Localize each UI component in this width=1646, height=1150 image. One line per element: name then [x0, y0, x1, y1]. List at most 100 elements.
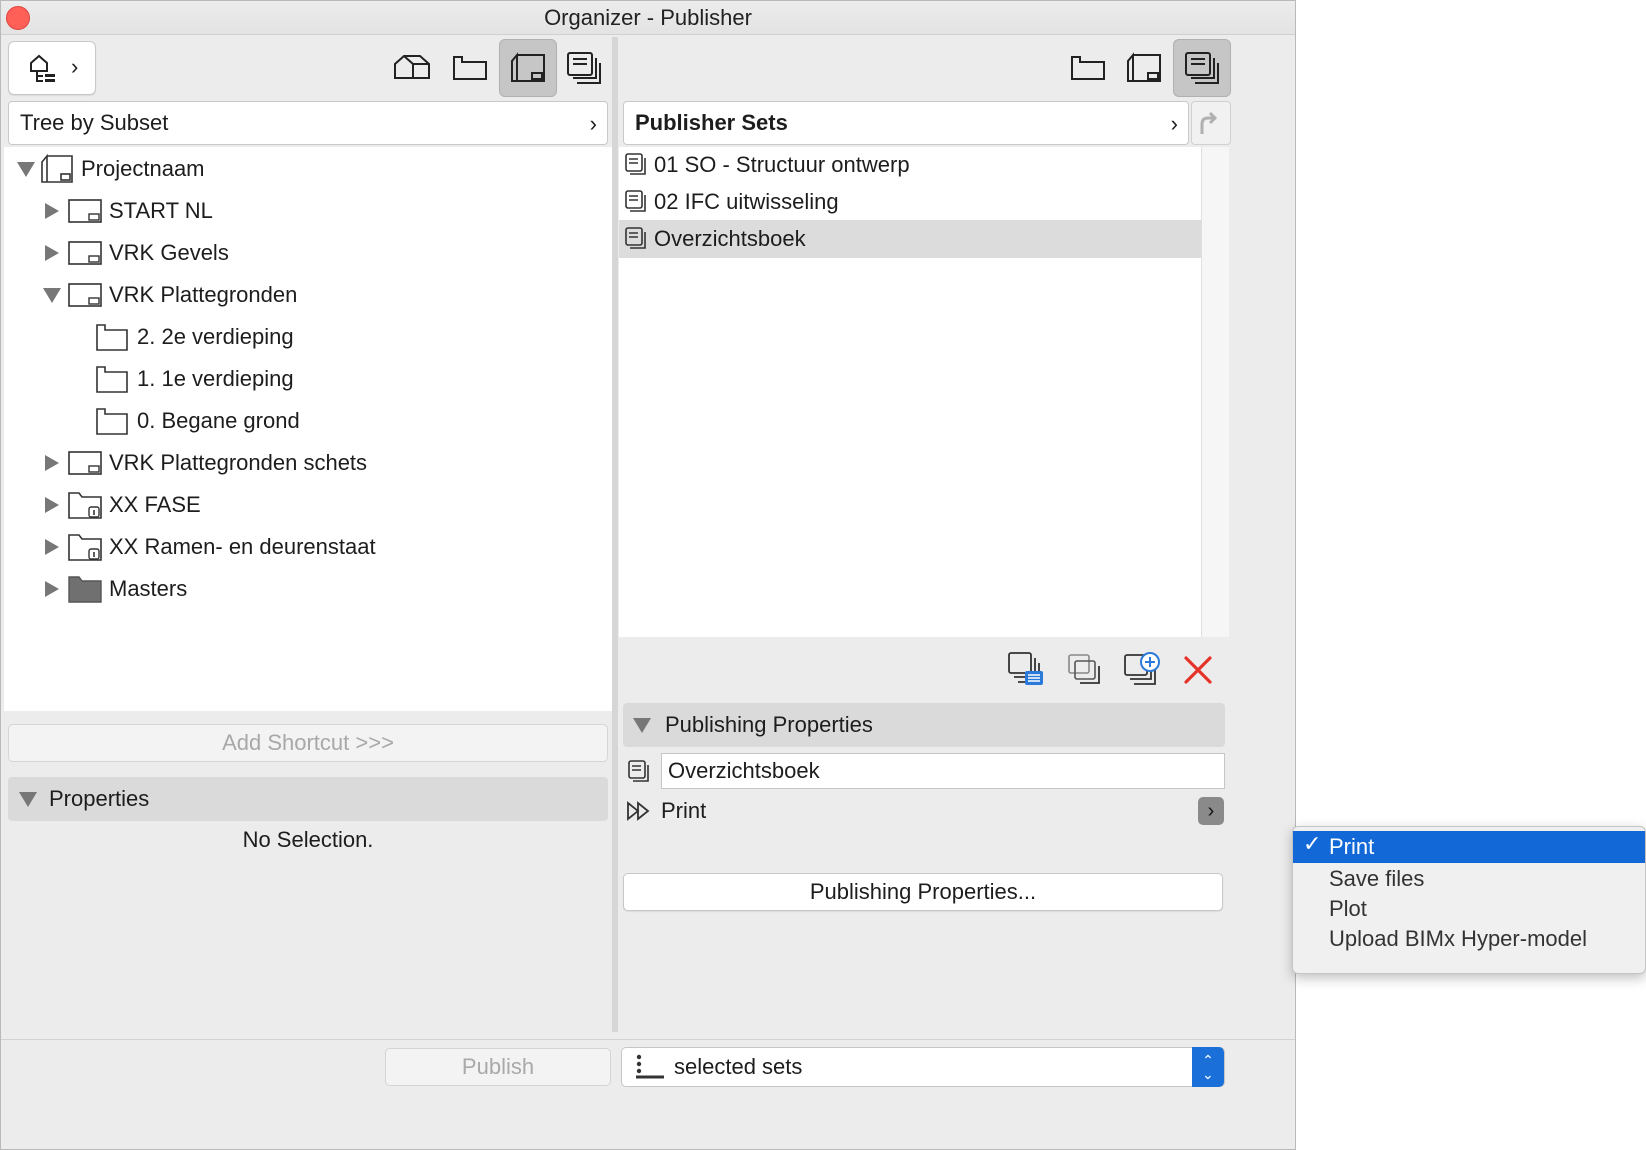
- subset-folder-icon: [68, 492, 102, 519]
- layout-book-button[interactable]: [499, 39, 557, 97]
- organizer-window: Organizer - Publisher › Tree by Subset ›…: [0, 0, 1296, 1150]
- delete-button[interactable]: [1181, 653, 1215, 687]
- tree-item-label: 1. 1e verdieping: [137, 366, 294, 391]
- layout-icon: [68, 241, 102, 265]
- tree-item-label: 2. 2e verdieping: [137, 324, 294, 349]
- tree-item-label: VRK Plattegronden schets: [109, 450, 368, 475]
- right-view-map-button[interactable]: [1059, 39, 1117, 97]
- tree-view-selector[interactable]: Tree by Subset ›: [8, 101, 608, 145]
- disclosure-triangle-icon[interactable]: [45, 539, 59, 555]
- tree-item-label: Masters: [109, 576, 188, 601]
- tree-item-label: VRK Plattegronden: [109, 282, 298, 307]
- right-layout-book-button[interactable]: [1115, 39, 1173, 97]
- subset-folder-icon: [68, 534, 102, 561]
- tree-row-xx-fase[interactable]: XX FASE: [45, 484, 201, 526]
- publishing-properties-button[interactable]: Publishing Properties...: [623, 873, 1223, 911]
- layout-book-icon: [1127, 52, 1161, 82]
- disclosure-triangle-icon[interactable]: [45, 245, 59, 261]
- menu-item-upload-bimx[interactable]: Upload BIMx Hyper-model: [1293, 923, 1645, 955]
- publisher-set-label: 02 IFC uitwisseling: [654, 189, 839, 214]
- layout-book-icon: [511, 52, 545, 82]
- menu-item-label: Save files: [1329, 866, 1425, 891]
- right-publisher-sets-button[interactable]: [1173, 39, 1231, 97]
- publisher-set-row-selected[interactable]: Overzichtsboek: [619, 220, 1201, 258]
- publish-button[interactable]: Publish: [385, 1048, 611, 1086]
- view-icon: [96, 324, 128, 351]
- publisher-set-icon: [628, 760, 649, 782]
- publish-method-popup-button[interactable]: ›: [1198, 797, 1224, 825]
- publish-method-label: Print: [661, 798, 707, 823]
- properties-header[interactable]: Properties: [8, 777, 608, 821]
- publisher-sets-icon: [1185, 52, 1219, 84]
- menu-item-print[interactable]: ✓ Print: [1293, 831, 1645, 863]
- tree-row-2e-verdieping[interactable]: 2. 2e verdieping: [95, 316, 294, 358]
- publish-method-row[interactable]: Print: [625, 795, 706, 827]
- menu-item-plot[interactable]: Plot: [1293, 893, 1645, 925]
- publisher-sets-selector[interactable]: Publisher Sets ›: [623, 101, 1189, 145]
- publisher-set-row[interactable]: 02 IFC uitwisseling: [619, 183, 1201, 221]
- window-title: Organizer - Publisher: [544, 5, 752, 30]
- house-icon: [394, 55, 430, 79]
- project-map-button[interactable]: [383, 39, 441, 97]
- footer-divider: [1, 1039, 1295, 1040]
- disclosure-triangle-icon[interactable]: [45, 203, 59, 219]
- tree-row-xx-ramen-deurenstaat[interactable]: XX Ramen- en deurenstaat: [45, 526, 376, 568]
- publisher-sets-selector-value: Publisher Sets: [635, 110, 788, 135]
- disclosure-triangle-icon[interactable]: [45, 581, 59, 597]
- menu-item-label: Print: [1329, 834, 1375, 859]
- list-scrollbar[interactable]: [1201, 147, 1229, 637]
- set-name-field[interactable]: Overzichtsboek: [661, 753, 1225, 789]
- fast-forward-icon: [627, 801, 650, 821]
- publisher-sets-icon: [567, 52, 601, 84]
- view-map-button[interactable]: [441, 39, 499, 97]
- tree-item-label: XX FASE: [109, 492, 201, 517]
- tree-row-begane-grond[interactable]: 0. Begane grond: [95, 400, 300, 442]
- add-shortcut-button[interactable]: Add Shortcut >>>: [8, 724, 608, 762]
- layout-icon: [68, 199, 102, 223]
- publishing-properties-header-label: Publishing Properties: [665, 712, 873, 737]
- tree-row-projectnaam[interactable]: Projectnaam: [17, 148, 205, 190]
- disclosure-triangle-icon[interactable]: [45, 497, 59, 513]
- tree-mode-button[interactable]: ›: [8, 41, 96, 95]
- chevron-right-icon: ›: [71, 54, 79, 79]
- publisher-sets-button[interactable]: [555, 39, 613, 97]
- disclosure-triangle-expanded-icon[interactable]: [43, 287, 61, 303]
- chevron-right-icon: ›: [1170, 111, 1178, 136]
- view-icon: [96, 408, 128, 435]
- menu-item-save-files[interactable]: Save files: [1293, 863, 1645, 895]
- checkmark-icon: ✓: [1303, 831, 1322, 856]
- publisher-set-label: 01 SO - Structuur ontwerp: [654, 152, 910, 177]
- disclosure-triangle-expanded-icon[interactable]: [17, 161, 35, 177]
- arrow-up-icon: [1200, 111, 1218, 134]
- tree-row-1e-verdieping[interactable]: 1. 1e verdieping: [95, 358, 294, 400]
- tree-row-masters[interactable]: Masters: [45, 568, 187, 610]
- new-folder-button[interactable]: [1063, 649, 1105, 691]
- stepper-arrows-icon[interactable]: ⌃ ⌃: [1192, 1047, 1224, 1087]
- publish-scope-select[interactable]: selected sets ⌃ ⌃: [621, 1047, 1225, 1087]
- set-settings-button[interactable]: [1005, 649, 1047, 691]
- masters-folder-icon: [68, 576, 102, 603]
- tree-item-label: START NL: [109, 198, 213, 223]
- tree-row-start-nl[interactable]: START NL: [45, 190, 213, 232]
- disclosure-triangle-expanded-icon[interactable]: [633, 717, 651, 733]
- disclosure-triangle-expanded-icon[interactable]: [19, 791, 37, 807]
- chevron-right-icon: ›: [589, 111, 597, 136]
- tree-row-vrk-gevels[interactable]: VRK Gevels: [45, 232, 229, 274]
- pane-splitter[interactable]: [612, 37, 618, 1032]
- publisher-set-row[interactable]: 01 SO - Structuur ontwerp: [619, 146, 1201, 184]
- tree-row-vrk-plattegronden-schets[interactable]: VRK Plattegronden schets: [45, 442, 367, 484]
- list-bullets-icon: [636, 1054, 664, 1079]
- publish-scope-value: selected sets: [674, 1054, 803, 1079]
- layout-icon: [68, 283, 102, 307]
- view-map-icon: [1071, 56, 1105, 80]
- disclosure-triangle-icon[interactable]: [45, 455, 59, 471]
- publishing-properties-header[interactable]: Publishing Properties: [623, 703, 1225, 747]
- add-shortcut-label: Add Shortcut >>>: [222, 730, 394, 755]
- publisher-set-settings-icon: [1008, 652, 1043, 685]
- tree-view-icon: [30, 54, 55, 82]
- go-up-button[interactable]: [1191, 101, 1231, 145]
- set-name-icon-wrap: [625, 758, 653, 786]
- tree-row-vrk-plattegronden[interactable]: VRK Plattegronden: [43, 274, 297, 316]
- no-selection-text: No Selection.: [242, 827, 374, 852]
- new-set-button[interactable]: [1121, 649, 1163, 691]
